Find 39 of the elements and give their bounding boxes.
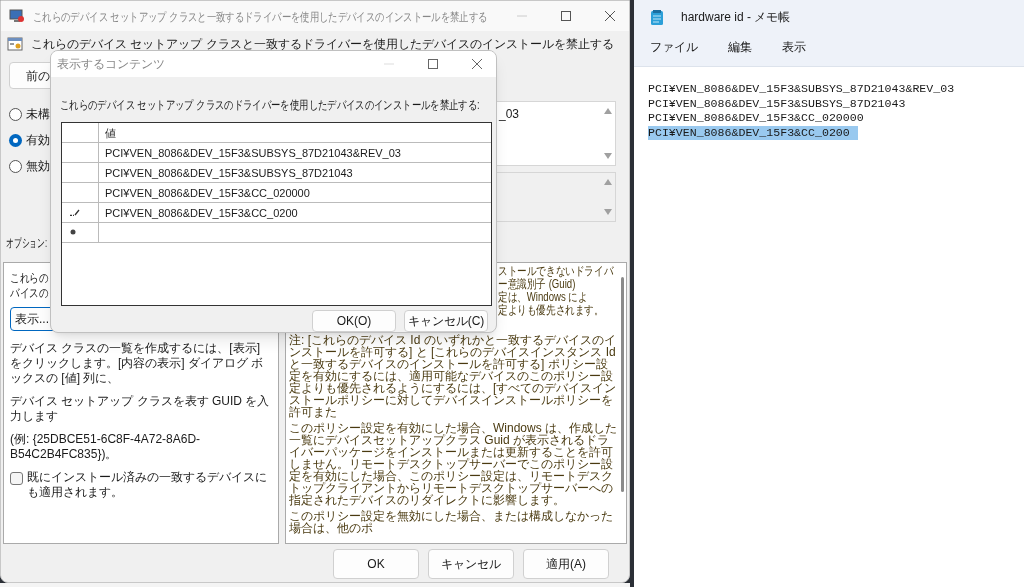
dialog-button[interactable]: 適用(A) xyxy=(523,549,609,579)
help-text: 定は、Windows によ xyxy=(498,291,588,303)
text-line: PCI¥VEN_8086&DEV_15F3&SUBSYS_87D21043 xyxy=(648,96,906,111)
radio-label: 無効 xyxy=(26,158,50,175)
options-text: デバイス セットアップ クラスを表す GUID を入力します xyxy=(10,394,271,424)
dialog-prompt: これらのデバイス セットアップ クラスのドライバーを使用したデバイスのインストールを禁止する: xyxy=(60,96,480,114)
dialog-button[interactable]: OK xyxy=(333,549,419,579)
radio-label: 有効 xyxy=(26,132,50,149)
dialog-button[interactable]: OK(O) xyxy=(312,310,396,332)
help-text: ストールできないドライバ xyxy=(498,265,614,277)
options-text: (例: {25DBCE51-6C8F-4A72-8A6D-B54C2B4FC835})。 xyxy=(10,432,202,462)
help-text: このポリシー設定を有効にした場合、Windows は、作成した一覧にデバイスセットアップクラス Guid が表示されるドライバーパッケージをインストールまたは更新することを許可しません。リモートデスクトップサーバーでこのポリシー設定を有効にした場合、このポリシー設定は、リモートデスクトップクライアントからリモートデスクトップサーバーへの指定されたデバイスのリダイレクトに影響します。 xyxy=(289,422,618,506)
table-cell[interactable]: PCI¥VEN_8086&DEV_15F3&CC_0200 xyxy=(99,202,298,222)
help-text: ー意識別子 (Guid) xyxy=(498,278,576,290)
table-cell[interactable]: PCI¥VEN_8086&DEV_15F3&SUBSYS_87D21043 xyxy=(99,162,353,182)
text-line: PCI¥VEN_8086&DEV_15F3&SUBSYS_87D21043&REV_03 xyxy=(648,82,955,97)
table-cell[interactable]: PCI¥VEN_8086&DEV_15F3&SUBSYS_87D21043&REV_03 xyxy=(99,142,401,162)
menu-item[interactable]: ファイル xyxy=(648,38,700,56)
options-text: これらの xyxy=(10,271,49,286)
menu-item[interactable]: 表示 xyxy=(780,38,808,56)
help-text: このポリシー設定を無効にした場合、または構成しなかった場合は、他のポ xyxy=(289,510,614,534)
window-title: これらのデバイス セットアップ クラスと一致するドライバーを使用したデバイスのインストールを禁止する xyxy=(33,9,488,26)
checkbox-label: 既にインストール済みの一致するデバイスにも適用されます。 xyxy=(27,470,268,500)
dialog-button[interactable]: キャンセル xyxy=(428,549,514,579)
options-text: デバイス クラスの一覧を作成するには、[表示] をクリックします。[内容の表示] ダイアログ ボックスの [値] 列に、 xyxy=(10,341,265,386)
text-line: PCI¥VEN_8086&DEV_15F3&CC_020000 xyxy=(648,111,864,126)
notepad-title: hardware id - メモ帳 xyxy=(681,9,791,26)
dialog-title: 表示するコンテンツ xyxy=(57,55,165,73)
options-text: バイスの xyxy=(10,286,49,301)
help-text: 注: [これらのデバイス Id のいずれかと一致するデバイスのインストールを許可する] と [これらのデバイスインスタンス Id と一致するデバイスのインストールを許可する] ポリシー設定を有効にするには、適用可能なデバイスのこのポリシー設定よりも優先されるようにするには、[すべてのデバイスインストールポリシーに対してデバイスインストールポリシーを許可また xyxy=(289,334,618,418)
radio-label: 未構 xyxy=(26,106,50,123)
table-cell[interactable]: PCI¥VEN_8086&DEV_15F3&CC_020000 xyxy=(99,182,310,202)
options-label: オプション: xyxy=(6,235,48,252)
column-header[interactable]: 値 xyxy=(99,122,116,142)
comment-text: _03 xyxy=(499,106,520,121)
help-text: 定よりも優先されます。 xyxy=(498,304,604,316)
dialog-button[interactable]: キャンセル(C) xyxy=(404,310,488,332)
policy-heading: これらのデバイス セットアップ クラスと一致するドライバーを使用したデバイスのインストールを禁止する xyxy=(31,37,614,51)
menu-item[interactable]: 編集 xyxy=(726,38,754,56)
